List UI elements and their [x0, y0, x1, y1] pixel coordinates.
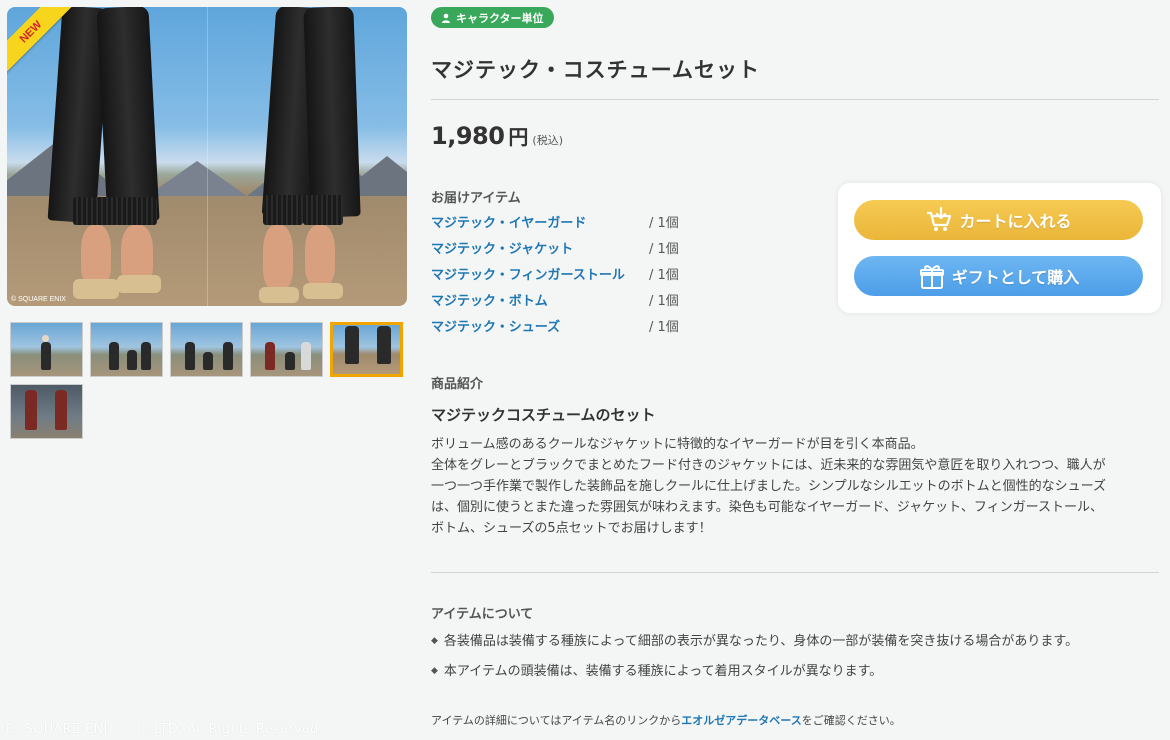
- foot: [81, 225, 111, 285]
- pants-leg-right: [303, 7, 361, 218]
- items-label: お届けアイテム: [431, 191, 521, 206]
- pants-cuff: [73, 197, 117, 225]
- database-note-prefix: アイテムの詳細についてはアイテム名のリンクから: [431, 714, 682, 727]
- intro-label: 商品紹介: [431, 377, 484, 392]
- intro-line: 全体をグレーとブラックでまとめたフード付きのジャケットには、近未来的な雰囲気や意…: [431, 458, 1106, 473]
- sandal: [117, 275, 161, 293]
- price-currency: 円: [508, 125, 529, 149]
- list-item: マジテック・フィンガーストール / 1個: [431, 264, 701, 284]
- character-figure: [185, 342, 195, 370]
- intro-line: 一つ一つ手作業で製作した装飾品を施しクールに仕上げました。シンプルなシルエットの…: [431, 479, 1106, 494]
- list-item: ◆ 各装備品は装備する種族によって細部の表示が異なったり、身体の一部が装備を突き抜…: [431, 630, 1078, 649]
- database-note: アイテムの詳細についてはアイテム名のリンクからエオルゼアデータベースをご確認くだ…: [431, 712, 901, 728]
- list-item: マジテック・ボトム / 1個: [431, 290, 701, 310]
- character-figure: [127, 350, 137, 370]
- character-figure: [109, 342, 119, 370]
- page-copyright: (C) SQUARE ENIX CO., LTD. All Rights Res…: [0, 722, 324, 737]
- item-qty: / 1個: [649, 320, 679, 335]
- cart-icon: [927, 206, 952, 231]
- price-value: 1,980: [431, 122, 505, 150]
- purchase-panel: カートに入れる ギフトとして購入: [838, 183, 1161, 313]
- list-item: ◆ 本アイテムの頭装備は、装備する種族によって着用スタイルが異なります。: [431, 660, 882, 679]
- diamond-bullet-icon: ◆: [431, 666, 438, 676]
- buy-as-gift-button[interactable]: ギフトとして購入: [854, 256, 1143, 296]
- boots-figure: [55, 390, 67, 430]
- pants-figure: [377, 326, 391, 364]
- eorzea-database-link[interactable]: エオルゼアデータベース: [681, 714, 801, 727]
- character-figure: [223, 342, 233, 370]
- main-product-image[interactable]: NEW © SQUARE ENIX: [7, 7, 407, 306]
- item-link[interactable]: マジテック・ボトム: [431, 290, 548, 309]
- pants-leg-right: [96, 7, 160, 224]
- thumbnail-6[interactable]: [10, 384, 83, 439]
- character-figure: [41, 342, 51, 370]
- mountain-shape: [147, 161, 247, 196]
- gift-button-label: ギフトとして購入: [951, 268, 1080, 287]
- image-copyright: © SQUARE ENIX: [11, 296, 66, 303]
- item-qty: / 1個: [649, 268, 679, 283]
- pants-cuff: [263, 195, 303, 225]
- foot: [263, 225, 293, 289]
- sandal: [303, 283, 343, 299]
- intro-line: は、個別に使うとまた違った雰囲気が味わえます。染色も可能なイヤーガード、ジャケッ…: [431, 500, 1103, 515]
- thumbnail-4[interactable]: [250, 322, 323, 377]
- price-row: 1,980 円 (税込): [431, 121, 563, 150]
- character-figure: [265, 342, 275, 370]
- badge-label: キャラクター単位: [456, 11, 544, 25]
- foot: [305, 225, 335, 285]
- item-qty: / 1個: [649, 242, 679, 257]
- list-item: マジテック・イヤーガード / 1個: [431, 212, 701, 232]
- gift-icon: [919, 265, 944, 289]
- character-figure: [301, 342, 311, 370]
- list-item: マジテック・シューズ / 1個: [431, 316, 701, 336]
- character-figure: [141, 342, 151, 370]
- diamond-bullet-icon: ◆: [431, 636, 438, 646]
- character-figure: [285, 352, 295, 370]
- product-title: マジテック・コスチュームセット: [431, 58, 760, 82]
- item-link[interactable]: マジテック・フィンガーストール: [431, 264, 625, 283]
- item-link[interactable]: マジテック・シューズ: [431, 316, 560, 335]
- database-note-suffix: をご確認ください。: [801, 714, 901, 727]
- sandal: [259, 287, 299, 303]
- item-qty: / 1個: [649, 294, 679, 309]
- thumbnail-1[interactable]: [10, 322, 83, 377]
- boots-figure: [25, 390, 37, 430]
- intro-body: ボリューム感のあるクールなジャケットに特徴的なイヤーガードが目を引く本商品。 全…: [431, 434, 1159, 539]
- sandal: [73, 279, 119, 299]
- character-head: [42, 335, 49, 342]
- add-to-cart-button[interactable]: カートに入れる: [854, 200, 1143, 240]
- note-text: 各装備品は装備する種族によって細部の表示が異なったり、身体の一部が装備を突き抜け…: [443, 634, 1079, 649]
- thumbnail-2[interactable]: [90, 322, 163, 377]
- title-divider: [431, 99, 1159, 100]
- tax-note: (税込): [532, 134, 564, 147]
- pants-cuff: [113, 197, 157, 225]
- pants-figure: [345, 326, 359, 364]
- cart-button-label: カートに入れる: [959, 212, 1072, 231]
- about-label: アイテムについて: [431, 607, 534, 622]
- item-qty: / 1個: [649, 216, 679, 231]
- pants-cuff: [303, 195, 343, 225]
- list-item: マジテック・ジャケット / 1個: [431, 238, 701, 258]
- person-icon: [442, 13, 450, 23]
- character-unit-badge: キャラクター単位: [431, 7, 554, 28]
- intro-line: ボトム、シューズの5点セットでお届けします！: [431, 521, 712, 536]
- thumbnail-5[interactable]: [330, 322, 403, 377]
- image-divider: [207, 7, 208, 306]
- thumbnail-3[interactable]: [170, 322, 243, 377]
- item-link[interactable]: マジテック・イヤーガード: [431, 212, 586, 231]
- section-divider: [431, 572, 1159, 573]
- character-figure: [203, 352, 213, 370]
- intro-heading: マジテックコスチュームのセット: [431, 406, 656, 424]
- item-link[interactable]: マジテック・ジャケット: [431, 238, 573, 257]
- intro-line: ボリューム感のあるクールなジャケットに特徴的なイヤーガードが目を引く本商品。: [431, 437, 924, 452]
- note-text: 本アイテムの頭装備は、装備する種族によって着用スタイルが異なります。: [443, 664, 883, 679]
